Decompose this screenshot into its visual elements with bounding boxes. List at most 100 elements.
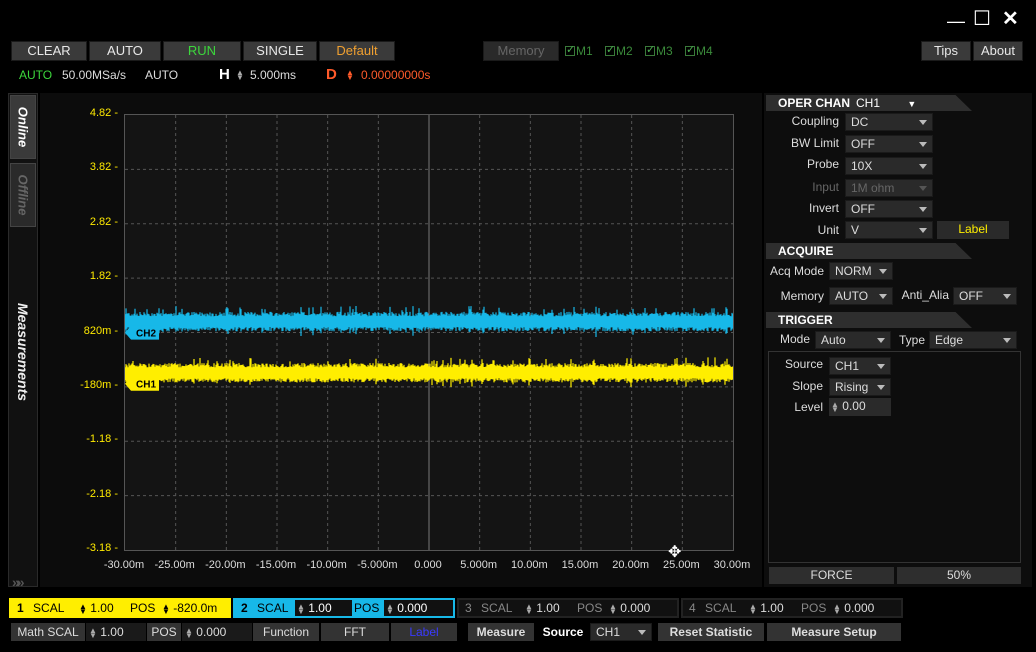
maximize-icon[interactable]: ☐	[973, 9, 991, 29]
ch4-pos-field[interactable]: ▲ ▼ 0.000	[833, 600, 899, 616]
m2-checkbox[interactable]: M2	[605, 43, 633, 58]
d-spinner[interactable]: ▲ ▼	[346, 67, 354, 81]
h-spinner[interactable]: ▲ ▼	[236, 67, 244, 81]
y-tick-label: -3.18 -	[86, 542, 118, 554]
trig-mode-dropdown[interactable]: Auto	[815, 331, 891, 349]
coupling-dropdown[interactable]: DC	[845, 113, 933, 131]
ch2-pos-label: POS	[352, 600, 384, 616]
probe-dropdown[interactable]: 10X	[845, 157, 933, 175]
tab-offline[interactable]: Offline	[10, 163, 36, 227]
ch3-pos-label: POS	[577, 601, 603, 615]
measurements-tab[interactable]: Measurements	[10, 232, 36, 472]
tips-button[interactable]: Tips	[921, 41, 971, 61]
unit-dropdown[interactable]: V	[845, 221, 933, 239]
tab-offline-label: Offline	[15, 174, 31, 216]
trig-source-dropdown[interactable]: CH1	[829, 357, 891, 375]
measure-setup-button[interactable]: Measure Setup	[767, 623, 901, 641]
single-button[interactable]: SINGLE	[243, 41, 317, 61]
memory-button[interactable]: Memory	[483, 41, 559, 61]
fifty-percent-button[interactable]: 50%	[897, 567, 1021, 584]
fft-button[interactable]: FFT	[321, 623, 389, 641]
math-pos-field[interactable]: ▲ ▼ 0.000	[182, 623, 252, 641]
ch2-scal-field[interactable]: ▲ ▼ 1.00	[297, 600, 351, 616]
ch2-scal-label: SCAL	[257, 601, 289, 615]
label-button[interactable]: Label	[937, 221, 1009, 239]
chevron-down-icon: ▼	[907, 99, 917, 109]
marker-ch2: CH2	[125, 325, 159, 340]
d-value[interactable]: 0.00000000s	[361, 68, 430, 82]
ch1-pos-field[interactable]: ▲ ▼ -820.0m	[160, 600, 229, 616]
minimize-icon[interactable]: —	[947, 12, 965, 30]
measure-source-dropdown[interactable]: CH1	[590, 623, 652, 641]
plot-area[interactable]: CH2 CH1	[124, 114, 734, 551]
ch2-pos-value: 0.000	[397, 601, 428, 615]
acq-mode-dropdown[interactable]: NORM	[829, 262, 893, 280]
bw-limit-label: BW Limit	[791, 136, 839, 150]
force-button[interactable]: FORCE	[769, 567, 894, 584]
ch1-number: 1	[17, 601, 24, 615]
math-pos-label: POS	[147, 623, 181, 641]
trig-level-value: 0.00	[842, 399, 866, 413]
oper-chan-select[interactable]: CH1 ▼	[856, 96, 916, 110]
sample-rate: 50.00MSa/s	[62, 68, 127, 82]
m4-checkbox[interactable]: M4	[685, 43, 713, 58]
ch1-control-bar: 1 SCAL ▲ ▼ 1.00 POS ▲ ▼ -820.0m	[9, 598, 231, 618]
ch3-pos-value: 0.000	[620, 601, 651, 615]
oper-chan-title: OPER CHAN	[778, 96, 851, 110]
y-tick-label: -180m -	[80, 378, 118, 391]
m3-label: M3	[656, 44, 673, 58]
ch3-control-bar: 3 SCAL ▲ ▼ 1.00 POS ▲ ▼ 0.000	[457, 598, 679, 618]
run-button[interactable]: RUN	[163, 41, 241, 61]
input-dropdown: 1M ohm	[845, 179, 933, 197]
memory-dropdown[interactable]: AUTO	[829, 287, 893, 305]
ch2-scal-value: 1.00	[308, 601, 332, 615]
h-label: H	[219, 66, 230, 83]
m3-checkbox[interactable]: M3	[645, 43, 673, 58]
math-scal-value: 1.00	[100, 625, 124, 639]
y-tick-label: 4.82 -	[89, 107, 118, 119]
d-label: D	[326, 66, 337, 83]
reset-statistic-button[interactable]: Reset Statistic	[658, 623, 764, 641]
auto-button[interactable]: AUTO	[89, 41, 161, 61]
unit-label: Unit	[817, 223, 839, 237]
measure-button[interactable]: Measure	[468, 623, 534, 641]
trig-type-dropdown[interactable]: Edge	[929, 331, 1017, 349]
acq-status: AUTO	[145, 68, 179, 82]
ch2-control-bar: 2 SCAL ▲ ▼ 1.00 POS ▲ ▼ 0.000	[233, 598, 455, 618]
anti-alias-dropdown[interactable]: OFF	[953, 287, 1017, 305]
close-icon[interactable]: ✕	[1002, 9, 1019, 29]
ch3-pos-field[interactable]: ▲ ▼ 0.000	[609, 600, 675, 616]
input-label: Input	[812, 180, 839, 194]
ch1-pos-value: -820.0m	[173, 601, 218, 615]
about-button[interactable]: About	[973, 41, 1023, 61]
y-tick-label: 3.82 -	[89, 161, 118, 174]
math-scal-label: Math SCAL	[11, 623, 85, 641]
acquire-title: ACQUIRE	[778, 244, 834, 258]
trigger-header: TRIGGER	[766, 312, 972, 328]
function-button[interactable]: Function	[253, 623, 319, 641]
ch4-scal-field[interactable]: ▲ ▼ 1.00	[749, 600, 801, 616]
math-scal-field[interactable]: ▲ ▼ 1.00	[86, 623, 146, 641]
math-pos-value: 0.000	[196, 625, 227, 639]
ch4-number: 4	[689, 601, 696, 615]
trig-type-label: Type	[898, 333, 925, 347]
default-button[interactable]: Default	[319, 41, 395, 61]
ch1-scal-value: 1.00	[90, 601, 114, 615]
m1-checkbox[interactable]: M1	[565, 43, 593, 58]
math-label-button[interactable]: Label	[391, 623, 457, 641]
tab-online-label: Online	[15, 106, 31, 148]
channel-tag-label: CH1	[136, 380, 156, 391]
y-tick-label: -1.18 -	[86, 433, 118, 446]
ch2-pos-field[interactable]: ▲ ▼ 0.000	[386, 600, 452, 616]
ch1-scal-field[interactable]: ▲ ▼ 1.00	[79, 600, 135, 616]
bw-limit-dropdown[interactable]: OFF	[845, 135, 933, 153]
h-value[interactable]: 5.000ms	[250, 68, 296, 82]
tab-online[interactable]: Online	[10, 95, 36, 159]
trig-level-field[interactable]: ▲ ▼ 0.00	[829, 398, 891, 416]
expand-chevrons-icon[interactable]: »»	[12, 574, 24, 590]
trig-slope-dropdown[interactable]: Rising	[829, 378, 891, 396]
ch3-scal-field[interactable]: ▲ ▼ 1.00	[525, 600, 577, 616]
coupling-label: Coupling	[791, 114, 839, 128]
invert-dropdown[interactable]: OFF	[845, 200, 933, 218]
clear-button[interactable]: CLEAR	[11, 41, 87, 61]
